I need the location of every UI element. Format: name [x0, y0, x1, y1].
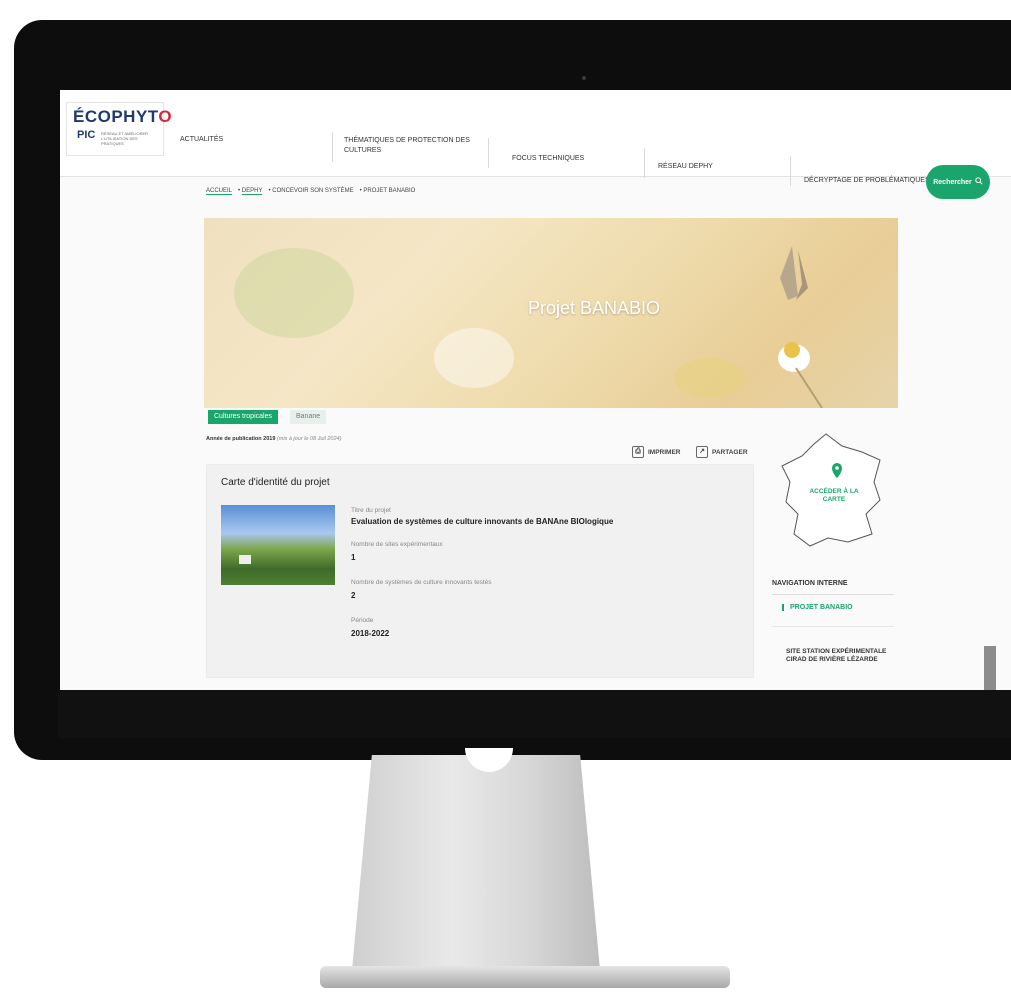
- nav-divider: [332, 132, 333, 162]
- banner-bokeh: [234, 248, 354, 338]
- internal-nav-divider: [772, 626, 894, 627]
- field-value-title: Evaluation de systèmes de culture innova…: [351, 517, 614, 526]
- scrollbar[interactable]: [984, 646, 996, 690]
- logo-tagline: RÉSEAU ET AMÉLIORER L'UTILISATION DES PR…: [101, 131, 149, 146]
- logo-subtitle: PIC: [77, 129, 96, 141]
- map-cta[interactable]: ACCÉDER À LA CARTE: [802, 488, 866, 504]
- field-label-period: Période: [351, 617, 374, 624]
- share-label: PARTAGER: [712, 448, 748, 456]
- webcam: [582, 76, 586, 80]
- print-button[interactable]: ⎙ IMPRIMER: [632, 446, 681, 458]
- banner-title: Projet BANABIO: [527, 298, 661, 318]
- publication-info: Année de publication 2019 (mis à jour le…: [206, 436, 341, 442]
- share-icon: ↗: [696, 446, 708, 458]
- monitor-stand: [352, 755, 600, 970]
- hero-banner: Projet BANABIO: [204, 218, 898, 408]
- breadcrumb-current: PROJET BANABIO: [363, 188, 416, 194]
- browser-screen: ÉCOPHYTO PIC RÉSEAU ET AMÉLIORER L'UTILI…: [60, 90, 1011, 690]
- nav-actualites[interactable]: ACTUALITÉS: [180, 135, 223, 145]
- search-label: Rechercher: [933, 178, 972, 186]
- field-value-period: 2018-2022: [351, 629, 390, 638]
- print-icon: ⎙: [632, 446, 644, 458]
- internal-nav-title: NAVIGATION INTERNE: [772, 580, 848, 587]
- logo-title: ÉCOPHYTO: [73, 107, 173, 126]
- project-identity-card: Carte d'identité du projet Titre du proj…: [206, 464, 754, 678]
- nav-focus-techniques[interactable]: FOCUS TECHNIQUES: [512, 154, 584, 164]
- nav-thematiques[interactable]: THÉMATIQUES DE PROTECTION DES CULTURES: [344, 136, 480, 156]
- field-label-systems: Nombre de systèmes de culture innovants …: [351, 579, 492, 586]
- breadcrumb-concevoir[interactable]: CONCEVOIR SON SYSTÈME: [272, 188, 353, 194]
- nav-reseau-dephy[interactable]: RÉSEAU DEPHY: [658, 162, 713, 172]
- nav-divider: [488, 138, 489, 168]
- site-logo[interactable]: ÉCOPHYTO PIC RÉSEAU ET AMÉLIORER L'UTILI…: [66, 102, 172, 156]
- monitor-chin: [58, 690, 1011, 738]
- internal-nav-item-projet[interactable]: PROJET BANABIO: [782, 604, 853, 611]
- butterfly-flower-illustration: [778, 246, 823, 408]
- internal-nav-item-site[interactable]: SITE STATION EXPÉRIMENTALE CIRAD DE RIVI…: [786, 648, 896, 664]
- search-icon: [975, 177, 983, 187]
- nav-divider: [790, 156, 791, 186]
- monitor-base: [320, 966, 730, 988]
- field-value-systems: 2: [351, 591, 356, 600]
- publication-year: Année de publication 2019: [206, 436, 276, 442]
- breadcrumb: ACCUEIL • DEPHY • CONCEVOIR SON SYSTÈME • P…: [206, 188, 416, 195]
- card-title: Carte d'identité du projet: [221, 477, 330, 488]
- nav-divider: [644, 148, 645, 178]
- print-label: IMPRIMER: [648, 448, 681, 456]
- internal-nav-divider: [772, 594, 894, 595]
- field-label-title: Titre du projet: [351, 507, 391, 514]
- field-sign: [239, 555, 251, 564]
- publication-updated: (mis à jour le 08 Juil 2024): [276, 436, 342, 442]
- nav-decryptage[interactable]: DÉCRYPTAGE DE PROBLÉMATIQUES: [804, 176, 930, 186]
- site-header: ÉCOPHYTO PIC RÉSEAU ET AMÉLIORER L'UTILI…: [60, 90, 1011, 199]
- tag-banane[interactable]: Banane: [290, 410, 327, 424]
- search-button[interactable]: Rechercher: [926, 165, 990, 199]
- field-value-sites: 1: [351, 553, 356, 562]
- breadcrumb-dephy[interactable]: DEPHY: [241, 188, 263, 195]
- field-label-sites: Nombre de sites expérimentaux: [351, 541, 443, 548]
- breadcrumb-accueil[interactable]: ACCUEIL: [206, 188, 233, 195]
- project-photo: [221, 505, 335, 585]
- banner-bokeh: [434, 328, 514, 388]
- share-button[interactable]: ↗ PARTAGER: [696, 446, 748, 458]
- banner-bokeh: [674, 358, 744, 398]
- tag-cultures-tropicales[interactable]: Cultures tropicales: [208, 410, 278, 424]
